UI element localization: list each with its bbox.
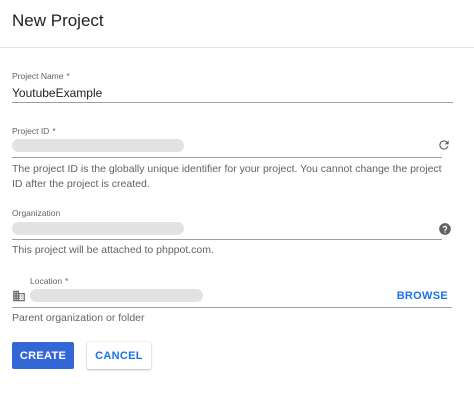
dialog-title: New Project [12, 10, 104, 30]
project-id-underline [12, 157, 442, 158]
refresh-icon[interactable] [436, 137, 452, 153]
organization-select[interactable] [12, 222, 184, 235]
project-id-label: Project ID * [12, 126, 56, 136]
browse-button[interactable]: BROWSE [397, 290, 448, 302]
location-helper: Parent organization or folder [12, 312, 145, 324]
project-name-label-text: Project Name [12, 71, 64, 81]
location-label-text: Location [30, 276, 63, 286]
project-name-input[interactable]: YoutubeExample [12, 86, 102, 100]
project-name-label: Project Name * [12, 71, 70, 81]
building-icon [11, 288, 27, 304]
organization-label: Organization [12, 208, 60, 218]
required-mark: * [52, 126, 56, 136]
new-project-dialog: New Project Project Name * YoutubeExample… [0, 0, 474, 399]
required-mark: * [65, 276, 69, 286]
project-id-label-text: Project ID [12, 126, 50, 136]
project-id-input[interactable] [12, 139, 184, 152]
cancel-button[interactable]: CANCEL [87, 342, 151, 369]
help-icon[interactable] [437, 221, 453, 237]
organization-label-text: Organization [12, 208, 61, 218]
project-id-helper: The project ID is the globally unique id… [12, 163, 442, 190]
location-underline [12, 307, 452, 308]
required-mark: * [66, 71, 70, 81]
create-button[interactable]: CREATE [12, 342, 74, 369]
location-label: Location * [30, 276, 68, 286]
dialog-header: New Project [0, 0, 474, 48]
organization-helper: This project will be attached to phppot.… [12, 244, 214, 256]
location-input[interactable] [30, 289, 203, 302]
organization-underline [12, 239, 442, 240]
project-name-underline [12, 102, 453, 103]
